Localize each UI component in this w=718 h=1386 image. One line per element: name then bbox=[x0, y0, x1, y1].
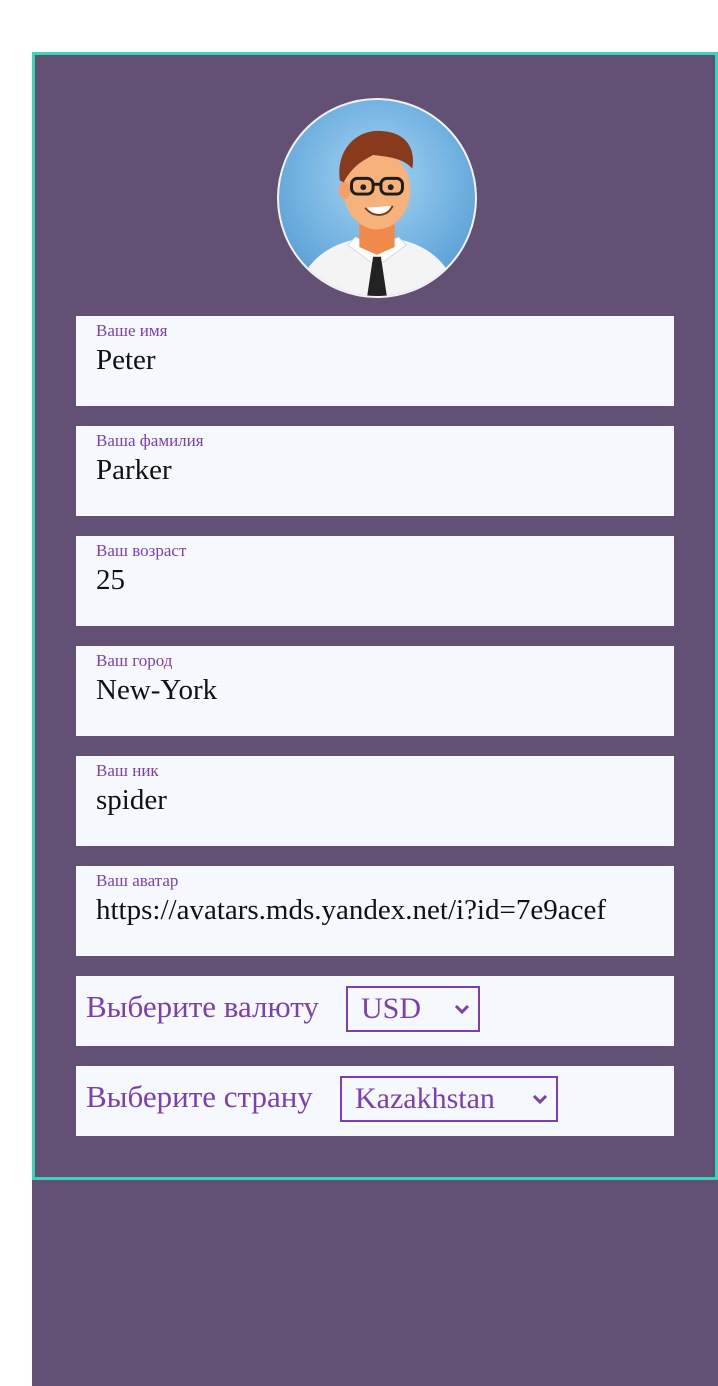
country-label: Выберите страну bbox=[86, 1079, 313, 1114]
city-label: Ваш город bbox=[96, 651, 173, 670]
country-row: Выберите страну Kazakhstan bbox=[76, 1066, 674, 1136]
currency-selected-value: USD bbox=[361, 992, 422, 1025]
nickname-field[interactable]: Ваш ник bbox=[76, 756, 674, 846]
avatar bbox=[277, 98, 477, 298]
currency-label: Выберите валюту bbox=[86, 989, 319, 1024]
age-input[interactable] bbox=[96, 563, 654, 597]
last-name-input[interactable] bbox=[96, 453, 654, 487]
avatar-url-input[interactable] bbox=[96, 893, 654, 927]
chevron-down-icon bbox=[532, 1094, 548, 1105]
last-name-field[interactable]: Ваша фамилия bbox=[76, 426, 674, 516]
nickname-input[interactable] bbox=[96, 783, 654, 817]
first-name-input[interactable] bbox=[96, 343, 654, 377]
avatar-url-label: Ваш аватар bbox=[96, 871, 179, 890]
last-name-label: Ваша фамилия bbox=[96, 431, 204, 450]
first-name-field[interactable]: Ваше имя bbox=[76, 316, 674, 406]
currency-select[interactable]: USD bbox=[346, 986, 480, 1032]
age-field[interactable]: Ваш возраст bbox=[76, 536, 674, 626]
country-selected-value: Kazakhstan bbox=[355, 1082, 495, 1115]
avatar-image bbox=[296, 130, 458, 296]
currency-row: Выберите валюту USD bbox=[76, 976, 674, 1046]
nickname-label: Ваш ник bbox=[96, 761, 159, 780]
chevron-down-icon bbox=[454, 1004, 470, 1015]
age-label: Ваш возраст bbox=[96, 541, 187, 560]
profile-form: Ваше имя Ваша фамилия Ваш возраст Ваш го… bbox=[32, 52, 718, 1180]
first-name-label: Ваше имя bbox=[96, 321, 168, 340]
avatar-url-field[interactable]: Ваш аватар bbox=[76, 866, 674, 956]
city-input[interactable] bbox=[96, 673, 654, 707]
country-select[interactable]: Kazakhstan bbox=[340, 1076, 558, 1122]
city-field[interactable]: Ваш город bbox=[76, 646, 674, 736]
